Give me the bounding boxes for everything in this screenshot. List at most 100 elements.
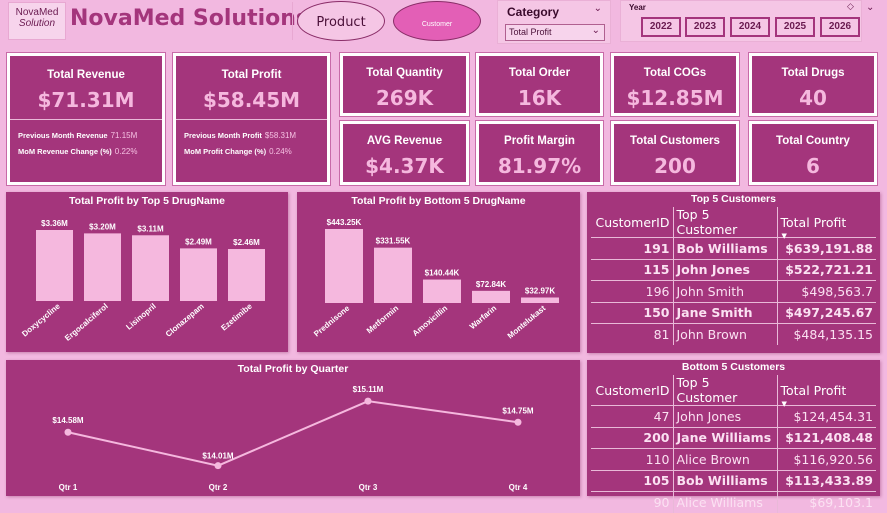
kpi-title: Total Drugs (752, 67, 874, 79)
product-nav-label: Product (316, 15, 365, 30)
year-button-2025[interactable]: 2025 (775, 17, 815, 37)
cell-customerid: 196 (591, 281, 673, 303)
logo-line2: Solution (9, 18, 65, 29)
eraser-icon[interactable]: ◇ (847, 2, 854, 12)
data-point (215, 462, 222, 469)
cell-customer-name: John Smith (673, 281, 777, 303)
category-collapse-icon[interactable]: ⌄ (594, 3, 602, 14)
table-row[interactable]: 196John Smith$498,563.7 (591, 281, 876, 303)
data-label: $3.20M (89, 222, 116, 231)
column-header-customerid[interactable]: CustomerID (591, 375, 673, 406)
column-header-total-profit[interactable]: Total Profit▼ (777, 375, 876, 406)
table-row[interactable]: 150Jane Smith$497,245.67 (591, 302, 876, 324)
cell-customerid: 47 (591, 406, 673, 428)
data-label: $72.84K (476, 280, 506, 289)
data-label: $140.44K (425, 269, 460, 278)
product-nav-button[interactable]: Product (297, 1, 385, 41)
year-button-2026[interactable]: 2026 (820, 17, 860, 37)
table-row[interactable]: 200Jane Williams$121,408.48 (591, 427, 876, 449)
kpi-total-quantity: Total Quantity 269K (340, 53, 469, 116)
cell-customerid: 200 (591, 427, 673, 449)
column-header-customer[interactable]: Top 5 Customer (673, 207, 777, 238)
column-header-customer[interactable]: Top 5 Customer (673, 375, 777, 406)
bar-ergocalciferol (84, 233, 121, 301)
table-row[interactable]: 47John Jones$124,454.31 (591, 406, 876, 428)
cell-customerid: 110 (591, 449, 673, 471)
kpi-value: $12.85M (614, 86, 736, 110)
kpi-profit-margin: Profit Margin 81.97% (476, 121, 603, 185)
bar-lisinopril (132, 235, 169, 301)
chevron-down-icon: ⌄ (592, 25, 600, 36)
x-tick-label: Amoxicillin (411, 304, 450, 338)
bar-metformin (374, 248, 412, 303)
kpi-value: 81.97% (479, 154, 600, 178)
quarter-line-chart: $14.58MQtr 1$14.01MQtr 2$15.11MQtr 3$14.… (6, 360, 580, 496)
kpi-title: Profit Margin (479, 135, 600, 147)
table-row[interactable]: 110Alice Brown$116,920.56 (591, 449, 876, 471)
bar-ezetimibe (228, 249, 265, 301)
cell-customer-name: Bob Williams (673, 470, 777, 492)
x-tick-label: Prednisone (312, 303, 352, 338)
data-point (65, 429, 72, 436)
table-row[interactable]: 115John Jones$522,721.21 (591, 259, 876, 281)
header-divider (292, 2, 293, 40)
category-dropdown[interactable]: Total Profit ⌄ (505, 24, 605, 41)
kpi-title: Total Quantity (343, 67, 466, 79)
cell-customer-name: Alice Williams (673, 492, 777, 513)
table-row[interactable]: 191Bob Williams$639,191.88 (591, 238, 876, 260)
cell-customerid: 81 (591, 324, 673, 346)
column-header-customerid[interactable]: CustomerID (591, 207, 673, 238)
cell-total-profit: $69,103.1 (777, 492, 876, 513)
bar-prednisone (325, 229, 363, 303)
kpi-total-profit: Total Profit $58.45M Previous Month Prof… (173, 53, 330, 185)
x-tick-label: Metformin (365, 304, 400, 336)
filter-collapse-icon[interactable]: ⌄ (866, 2, 874, 13)
bar-montelukast (521, 297, 559, 303)
kpi-value: 16K (479, 86, 600, 110)
data-label: $3.36M (41, 219, 68, 228)
kpi-total-drugs: Total Drugs 40 (749, 53, 877, 116)
table-row[interactable]: 81John Brown$484,135.15 (591, 324, 876, 346)
table-header-row: CustomerID Top 5 Customer Total Profit▼ (591, 375, 876, 406)
kpi-title: Total COGs (614, 67, 736, 79)
kpi-title: AVG Revenue (343, 135, 466, 147)
bottom5-customers-table: CustomerID Top 5 Customer Total Profit▼ … (591, 375, 876, 513)
kpi-title: Total Order (479, 67, 600, 79)
kpi-value: $58.45M (176, 88, 327, 112)
kpi-title: Total Customers (614, 135, 736, 147)
year-button-2024[interactable]: 2024 (730, 17, 770, 37)
cell-customerid: 150 (591, 302, 673, 324)
year-button-2023[interactable]: 2023 (685, 17, 725, 37)
data-label: $2.46M (233, 238, 260, 247)
year-button-2022[interactable]: 2022 (641, 17, 681, 37)
cell-total-profit: $116,920.56 (777, 449, 876, 471)
table-row[interactable]: 105Bob Williams$113,433.89 (591, 470, 876, 492)
top5-drugs-chart-panel: Total Profit by Top 5 DrugName $3.36MDox… (6, 192, 288, 352)
table-row[interactable]: 90Alice Williams$69,103.1 (591, 492, 876, 513)
logo-line1: NovaMed (9, 7, 65, 18)
x-tick-label: Qtr 3 (359, 483, 378, 492)
cell-customerid: 105 (591, 470, 673, 492)
cell-customer-name: John Brown (673, 324, 777, 346)
kpi-divider (10, 119, 162, 120)
bottom5-drugs-chart-panel: Total Profit by Bottom 5 DrugName $443.2… (297, 192, 580, 352)
cell-customer-name: John Jones (673, 259, 777, 281)
x-tick-label: Ergocalciferol (63, 302, 110, 343)
data-point (515, 419, 522, 426)
cell-customerid: 191 (591, 238, 673, 260)
bar-clonazepam (180, 248, 217, 301)
cell-customer-name: Jane Williams (673, 427, 777, 449)
kpi-sub-previous-month: Previous Month Revenue71.15M (18, 131, 137, 140)
bottom5-drugs-bar-chart: $443.25KPrednisone$331.55KMetformin$140.… (297, 192, 580, 352)
kpi-title: Total Profit (176, 69, 327, 81)
top5-customers-panel: Top 5 Customers CustomerID Top 5 Custome… (587, 192, 880, 353)
top5-drugs-bar-chart: $3.36MDoxycycline$3.20MErgocalciferol$3.… (6, 192, 288, 352)
data-label: $331.55K (376, 237, 411, 246)
table-header-row: CustomerID Top 5 Customer Total Profit▼ (591, 207, 876, 238)
x-tick-label: Montelukast (506, 303, 548, 340)
column-header-total-profit[interactable]: Total Profit▼ (777, 207, 876, 238)
cell-total-profit: $522,721.21 (777, 259, 876, 281)
cell-customerid: 90 (591, 492, 673, 513)
kpi-value: $71.31M (10, 88, 162, 112)
customer-nav-button[interactable]: Customer (393, 1, 481, 41)
